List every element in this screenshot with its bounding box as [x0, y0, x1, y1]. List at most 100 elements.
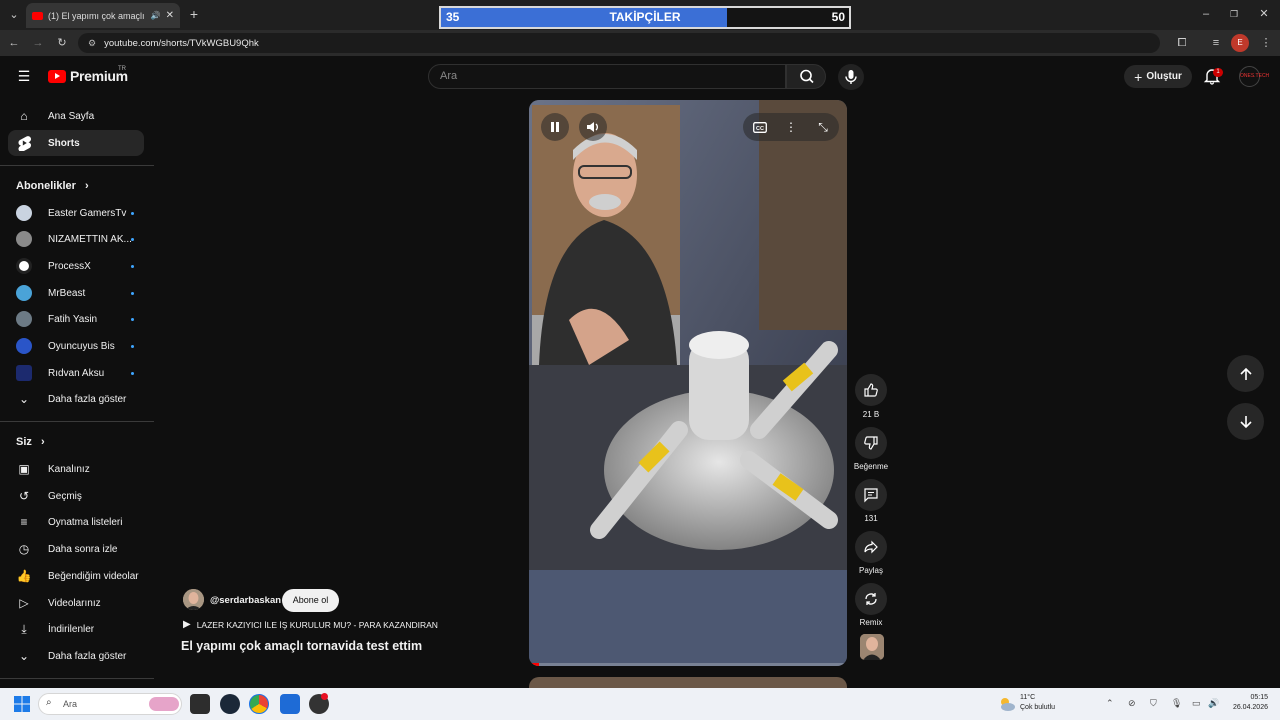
plus-icon: +	[1134, 68, 1143, 85]
task-view-icon[interactable]	[190, 694, 210, 714]
tray-chevron-icon[interactable]: ⌃	[1106, 698, 1114, 709]
sidebar-channel[interactable]: Rıdvan Aksu	[8, 360, 144, 386]
show-more-you[interactable]: ⌄ Daha fazla göster	[8, 643, 144, 669]
region-code: TR	[118, 66, 126, 72]
channel-avatar[interactable]	[183, 589, 204, 610]
home-icon: ⌂	[20, 109, 28, 123]
playlist-icon: ≡	[20, 515, 28, 529]
search-button[interactable]	[786, 64, 826, 89]
hamburger-menu-icon[interactable]: ☰	[14, 66, 34, 86]
video-progress-fill	[529, 663, 539, 666]
you-heading[interactable]: Siz ›	[16, 436, 45, 448]
weather-cloud-icon[interactable]	[997, 694, 1017, 714]
minimize-icon[interactable]: –	[1196, 4, 1216, 24]
shorts-video-player[interactable]: CC ⋮ ⤡	[529, 100, 847, 666]
new-tab-icon[interactable]: +	[184, 4, 204, 24]
site-info-icon[interactable]: ⚙	[88, 38, 96, 49]
liked-icon: 👍	[16, 569, 32, 583]
address-bar[interactable]: ⚙ youtube.com/shorts/TVkWGBU9Qhk	[78, 33, 1160, 53]
search-input[interactable]: Ara	[428, 64, 786, 89]
comments-button[interactable]	[855, 479, 887, 511]
video-frame	[529, 100, 847, 666]
close-window-icon[interactable]: ✕	[1254, 4, 1274, 24]
tab-search-icon[interactable]: ⌄	[4, 5, 24, 25]
volume-button[interactable]	[579, 113, 607, 141]
previous-short-button[interactable]	[1227, 355, 1264, 392]
extensions-icon[interactable]: ⧠	[1172, 33, 1192, 53]
sidebar-item-label: Ana Sayfa	[48, 110, 95, 122]
display-icon[interactable]: ▭	[1192, 698, 1201, 709]
sidebar-item-watch-later[interactable]: ◷ Daha sonra izle	[8, 536, 144, 562]
channel-avatar	[16, 258, 32, 274]
sound-source-thumbnail[interactable]	[860, 634, 884, 660]
like-button[interactable]	[855, 374, 887, 406]
sidebar-item-playlists[interactable]: ≡ Oynatma listeleri	[8, 509, 144, 535]
chrome-icon[interactable]	[249, 694, 269, 714]
show-more-subscriptions[interactable]: ⌄ Daha fazla göster	[8, 386, 144, 412]
next-short-button[interactable]	[1227, 403, 1264, 440]
video-title: El yapımı çok amaçlı tornavida test etti…	[181, 639, 423, 653]
dislike-button[interactable]	[855, 427, 887, 459]
sidebar-item-your-videos[interactable]: ▷ Videolarınız	[8, 590, 144, 616]
voice-search-button[interactable]	[838, 64, 864, 90]
fullscreen-button[interactable]: ⤡	[809, 113, 837, 141]
sidebar-item-your-channel[interactable]: ▣ Kanalınız	[8, 456, 144, 482]
profile-icon[interactable]: E	[1231, 34, 1249, 52]
sidebar-item-liked-videos[interactable]: 👍 Beğendiğim videolar	[8, 563, 144, 589]
more-options-button[interactable]: ⋮	[777, 113, 805, 141]
mic-tray-icon[interactable]: 🎙	[1171, 698, 1182, 709]
sidebar-channel[interactable]: Easter GamersTv	[8, 200, 144, 226]
video-progress-bar[interactable]	[529, 663, 847, 666]
windows-start-icon[interactable]	[12, 694, 32, 714]
share-button[interactable]	[855, 531, 887, 563]
creator-thumbnail	[860, 634, 884, 660]
sidebar-channel[interactable]: MrBeast	[8, 280, 144, 306]
sidebar-divider	[0, 678, 154, 679]
browser-tab[interactable]: (1) El yapımı çok amaçlı tor 🔊 ✕	[26, 3, 180, 28]
sidebar-channel[interactable]: ProcessX	[8, 253, 144, 279]
system-clock[interactable]: 05:15 26.04.2026	[1226, 693, 1268, 713]
sidebar-channel[interactable]: NİZAMETTİN AK...	[8, 226, 144, 252]
speaker-icon[interactable]: 🔊	[151, 11, 161, 20]
sidebar-item-shorts[interactable]: Shorts	[8, 130, 144, 156]
taskbar-search-icon: ⌕	[46, 697, 52, 708]
network-icon[interactable]: ⊘	[1128, 698, 1136, 709]
steam-icon[interactable]	[220, 694, 240, 714]
back-icon[interactable]: ←	[4, 33, 24, 53]
remix-button[interactable]	[855, 583, 887, 615]
arrow-up-icon	[1239, 367, 1252, 380]
channel-icon: ▣	[18, 462, 30, 476]
next-video-preview[interactable]	[529, 677, 847, 688]
sidebar-item-history[interactable]: ↺ Geçmiş	[8, 483, 144, 509]
channel-handle[interactable]: @serdarbaskan	[210, 595, 281, 606]
pause-button[interactable]	[541, 113, 569, 141]
weather-temp: 11°C	[1020, 694, 1036, 701]
sidebar-item-downloads[interactable]: ⤓ İndirilenler	[8, 616, 144, 642]
speaker-tray-icon[interactable]: 🔊	[1208, 698, 1219, 709]
youtube-logo[interactable]: Premium TR	[48, 66, 128, 84]
captions-icon: CC	[753, 121, 767, 133]
account-avatar[interactable]: ONES.TECH	[1239, 66, 1269, 87]
sidebar-item-label: Videolarınız	[48, 597, 101, 609]
subscriptions-heading[interactable]: Abonelikler ›	[16, 180, 89, 192]
reload-icon[interactable]: ↻	[52, 33, 72, 53]
music-play-icon: ▶	[183, 619, 191, 630]
sidebar-channel[interactable]: Oyuncuyus Bis	[8, 333, 144, 359]
weather-widget[interactable]: 11°C Çok bulutlu	[1020, 693, 1055, 713]
app-icon[interactable]	[280, 694, 300, 714]
captions-button[interactable]: CC	[746, 113, 774, 141]
forward-icon[interactable]: →	[28, 33, 48, 53]
tab-close-icon[interactable]: ✕	[166, 10, 174, 21]
sidebar-item-home[interactable]: ⌂ Ana Sayfa	[8, 103, 144, 129]
new-content-dot	[131, 237, 134, 241]
restore-icon[interactable]: ❐	[1224, 4, 1244, 24]
subscribe-button[interactable]: Abone ol	[282, 589, 339, 612]
reading-list-icon[interactable]: ≡	[1206, 33, 1226, 53]
channel-name: MrBeast	[48, 287, 86, 299]
security-icon[interactable]: ⛉	[1150, 698, 1157, 709]
notification-badge: 1	[1213, 68, 1223, 77]
sidebar-channel[interactable]: Fatih Yasin	[8, 306, 144, 332]
music-line[interactable]: ▶ LAZER KAZIYICI İLE İŞ KURULUR MU? - PA…	[183, 619, 438, 630]
menu-kebab-icon[interactable]: ⋮	[1256, 33, 1276, 53]
create-button[interactable]: + Oluştur	[1124, 65, 1192, 88]
